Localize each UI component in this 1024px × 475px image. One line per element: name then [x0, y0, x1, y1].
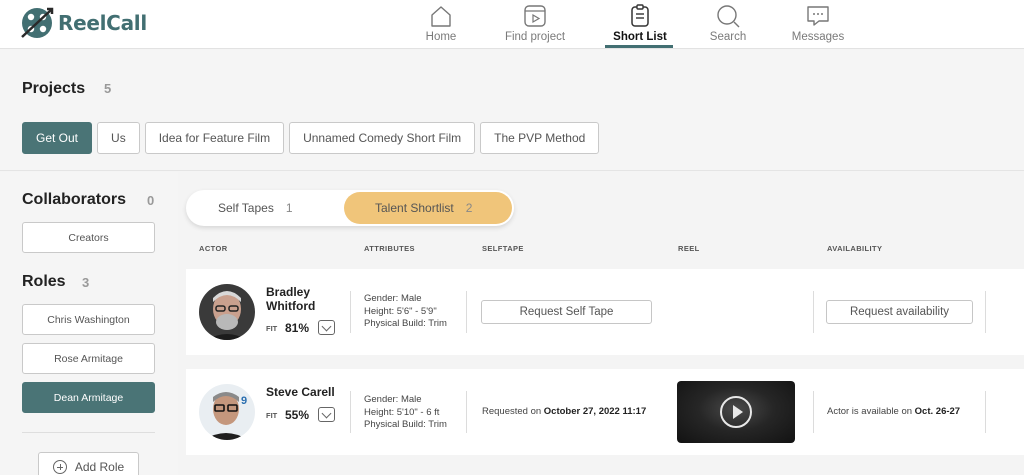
message-icon [807, 6, 829, 26]
play-square-icon [524, 5, 546, 27]
actor-last-name: Whitford [266, 299, 316, 313]
nav-search[interactable]: Search [706, 0, 750, 49]
tab-talent-shortlist-label: Talent Shortlist [375, 201, 454, 215]
column-divider [466, 391, 467, 433]
plus-circle-icon [52, 460, 67, 474]
header-reel: REEL [678, 244, 700, 253]
header-availability: AVAILABILITY [827, 244, 883, 253]
mail-icon[interactable] [318, 407, 335, 422]
fit-score: 55% [285, 408, 310, 422]
actor-name: Steve Carell [266, 385, 335, 399]
attribute-height: Height: 5'6" - 5'9" [364, 305, 437, 317]
column-divider [813, 391, 814, 433]
svg-text:9: 9 [241, 395, 247, 407]
fit-label: FIT [266, 324, 278, 333]
table-row: Bradley Whitford FIT 81% Gender: Male He… [186, 269, 1024, 355]
attribute-gender: Gender: Male [364, 293, 422, 304]
sidebar-divider [22, 432, 155, 433]
column-divider [350, 291, 351, 333]
availability-text: Actor is available on Oct. 26-27 [827, 406, 960, 417]
active-tab-indicator [605, 45, 673, 48]
mail-icon[interactable] [318, 320, 335, 335]
nav-find-project[interactable]: Find project [496, 0, 574, 49]
projects-count: 5 [104, 81, 112, 96]
project-pill-list: Get Out Us Idea for Feature Film Unnamed… [22, 122, 600, 154]
header-attributes: ATTRIBUTES [364, 244, 415, 253]
column-divider [813, 291, 814, 333]
column-divider [350, 391, 351, 433]
request-self-tape-button[interactable]: Request Self Tape [481, 300, 652, 324]
attribute-build: Physical Build: Trim [364, 318, 447, 329]
search-icon [717, 5, 740, 28]
collaborators-title: Collaborators [22, 191, 127, 208]
requested-date: October 27, 2022 11:17 [543, 406, 647, 417]
role-dean-armitage[interactable]: Dean Armitage [22, 382, 155, 413]
sidebar: Collaborators 0 Creators Roles 3 Chris W… [0, 172, 178, 475]
header-actor: ACTOR [199, 244, 228, 253]
fit-label: FIT [266, 411, 278, 420]
nav-find-project-label: Find project [504, 31, 566, 43]
project-pill-us[interactable]: Us [97, 122, 140, 154]
roles-title: Roles [22, 273, 66, 290]
project-pill-pvp-method[interactable]: The PVP Method [480, 122, 600, 154]
nav-short-list[interactable]: Short List [608, 0, 672, 49]
roles-count: 3 [82, 275, 90, 290]
collaborators-count: 0 [147, 193, 155, 208]
column-divider [466, 291, 467, 333]
availability-prefix: Actor is available on [827, 406, 915, 417]
actor-attributes: Gender: Male Height: 5'10" - 6 ft Physic… [364, 394, 447, 432]
nav-messages[interactable]: Messages [789, 0, 847, 49]
project-pill-get-out[interactable]: Get Out [22, 122, 93, 154]
requested-prefix: Requested on [482, 406, 544, 417]
fit-score: 81% [285, 321, 310, 335]
project-pill-unnamed-comedy[interactable]: Unnamed Comedy Short Film [289, 122, 476, 154]
film-reel-logo-icon [21, 7, 54, 38]
app-logo[interactable]: ReelCall [20, 6, 147, 40]
tab-self-tapes-count: 1 [285, 201, 293, 215]
tab-self-tapes[interactable]: Self Tapes 1 [218, 190, 293, 226]
actor-photo: 9 [199, 384, 255, 440]
play-icon[interactable] [720, 396, 752, 428]
view-toggle: Self Tapes 1 Talent Shortlist 2 [186, 190, 514, 226]
column-divider [985, 291, 986, 333]
tab-self-tapes-label: Self Tapes [218, 201, 274, 215]
role-rose-armitage[interactable]: Rose Armitage [22, 343, 155, 374]
home-icon [431, 6, 451, 27]
actor-avatar[interactable]: 9 [199, 384, 255, 440]
attribute-build: Physical Build: Trim [364, 419, 447, 430]
nav-home-label: Home [425, 31, 457, 43]
nav-messages-label: Messages [791, 31, 845, 43]
projects-section: Projects 5 Get Out Us Idea for Feature F… [0, 50, 1024, 171]
tab-talent-shortlist-count: 2 [465, 201, 473, 215]
nav-search-label: Search [709, 31, 747, 43]
column-divider [985, 391, 986, 433]
actor-attributes: Gender: Male Height: 5'6" - 5'9" Physica… [364, 293, 447, 331]
self-tape-requested-text: Requested on October 27, 2022 11:17 [482, 406, 646, 417]
top-navigation-bar: ReelCall Home Find project Short List Se… [0, 0, 1024, 49]
actor-photo [199, 284, 255, 340]
request-availability-button[interactable]: Request availability [826, 300, 973, 324]
projects-title: Projects [22, 80, 86, 97]
creators-button[interactable]: Creators [22, 222, 155, 253]
table-row: 9 Steve Carell FIT 55% Gender: Male Heig… [186, 369, 1024, 455]
actor-avatar[interactable] [199, 284, 255, 340]
role-chris-washington[interactable]: Chris Washington [22, 304, 155, 335]
clipboard-icon [631, 4, 649, 27]
availability-dates: Oct. 26-27 [914, 406, 961, 417]
app-name: ReelCall [58, 11, 147, 35]
attribute-height: Height: 5'10" - 6 ft [364, 406, 440, 418]
nav-short-list-label: Short List [613, 31, 667, 43]
reel-video-thumbnail[interactable] [677, 381, 795, 443]
nav-home[interactable]: Home [421, 0, 461, 49]
add-role-button[interactable]: Add Role [38, 452, 139, 475]
tab-talent-shortlist[interactable]: Talent Shortlist 2 [375, 190, 472, 226]
actor-first-name: Bradley [266, 285, 311, 299]
project-pill-idea-feature-film[interactable]: Idea for Feature Film [144, 122, 285, 154]
attribute-gender: Gender: Male [364, 394, 422, 405]
add-role-label: Add Role [74, 460, 125, 474]
header-selftape: SELFTAPE [482, 244, 524, 253]
